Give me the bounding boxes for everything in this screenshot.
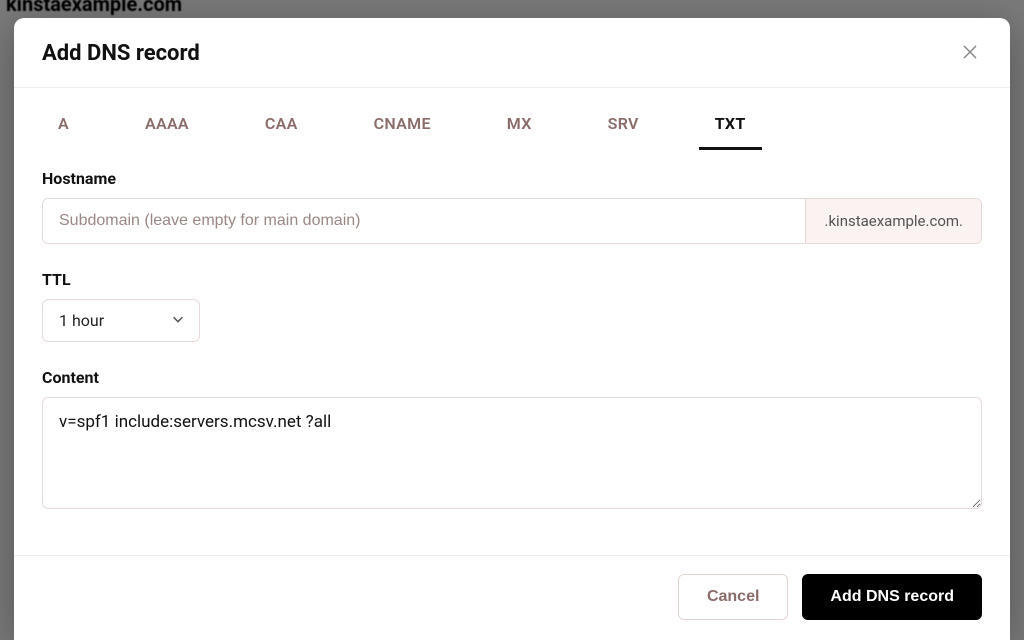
hostname-input[interactable] <box>43 199 805 243</box>
content-field-group: Content <box>42 368 982 513</box>
tab-srv[interactable]: SRV <box>592 102 655 150</box>
modal-body: Hostname .kinstaexample.com. TTL 1 hour … <box>14 151 1010 555</box>
hostname-suffix: .kinstaexample.com. <box>805 199 981 243</box>
cancel-button[interactable]: Cancel <box>678 574 788 620</box>
content-textarea[interactable] <box>42 397 982 509</box>
tab-cname[interactable]: CNAME <box>358 102 447 150</box>
ttl-label: TTL <box>42 270 982 289</box>
chevron-down-icon <box>171 311 185 330</box>
close-icon <box>962 44 978 63</box>
ttl-select[interactable]: 1 hour <box>42 299 200 342</box>
modal-header: Add DNS record <box>14 18 1010 88</box>
ttl-field-group: TTL 1 hour <box>42 270 982 342</box>
modal-footer: Cancel Add DNS record <box>14 555 1010 640</box>
tab-txt[interactable]: TXT <box>699 102 762 150</box>
background-heading: kinstaexample.com <box>6 0 182 16</box>
hostname-field-group: Hostname .kinstaexample.com. <box>42 169 982 244</box>
tab-caa[interactable]: CAA <box>249 102 314 150</box>
hostname-label: Hostname <box>42 169 982 188</box>
hostname-input-wrap: .kinstaexample.com. <box>42 198 982 244</box>
add-dns-record-modal: Add DNS record A AAAA CAA CNAME MX SRV T… <box>14 18 1010 640</box>
record-type-tabs: A AAAA CAA CNAME MX SRV TXT <box>14 102 1010 151</box>
content-label: Content <box>42 368 982 387</box>
modal-title: Add DNS record <box>42 41 200 66</box>
tab-aaaa[interactable]: AAAA <box>129 102 205 150</box>
tab-mx[interactable]: MX <box>491 102 548 150</box>
submit-button[interactable]: Add DNS record <box>802 574 982 620</box>
close-button[interactable] <box>958 40 982 67</box>
ttl-value: 1 hour <box>59 311 104 330</box>
tab-a[interactable]: A <box>42 102 85 150</box>
